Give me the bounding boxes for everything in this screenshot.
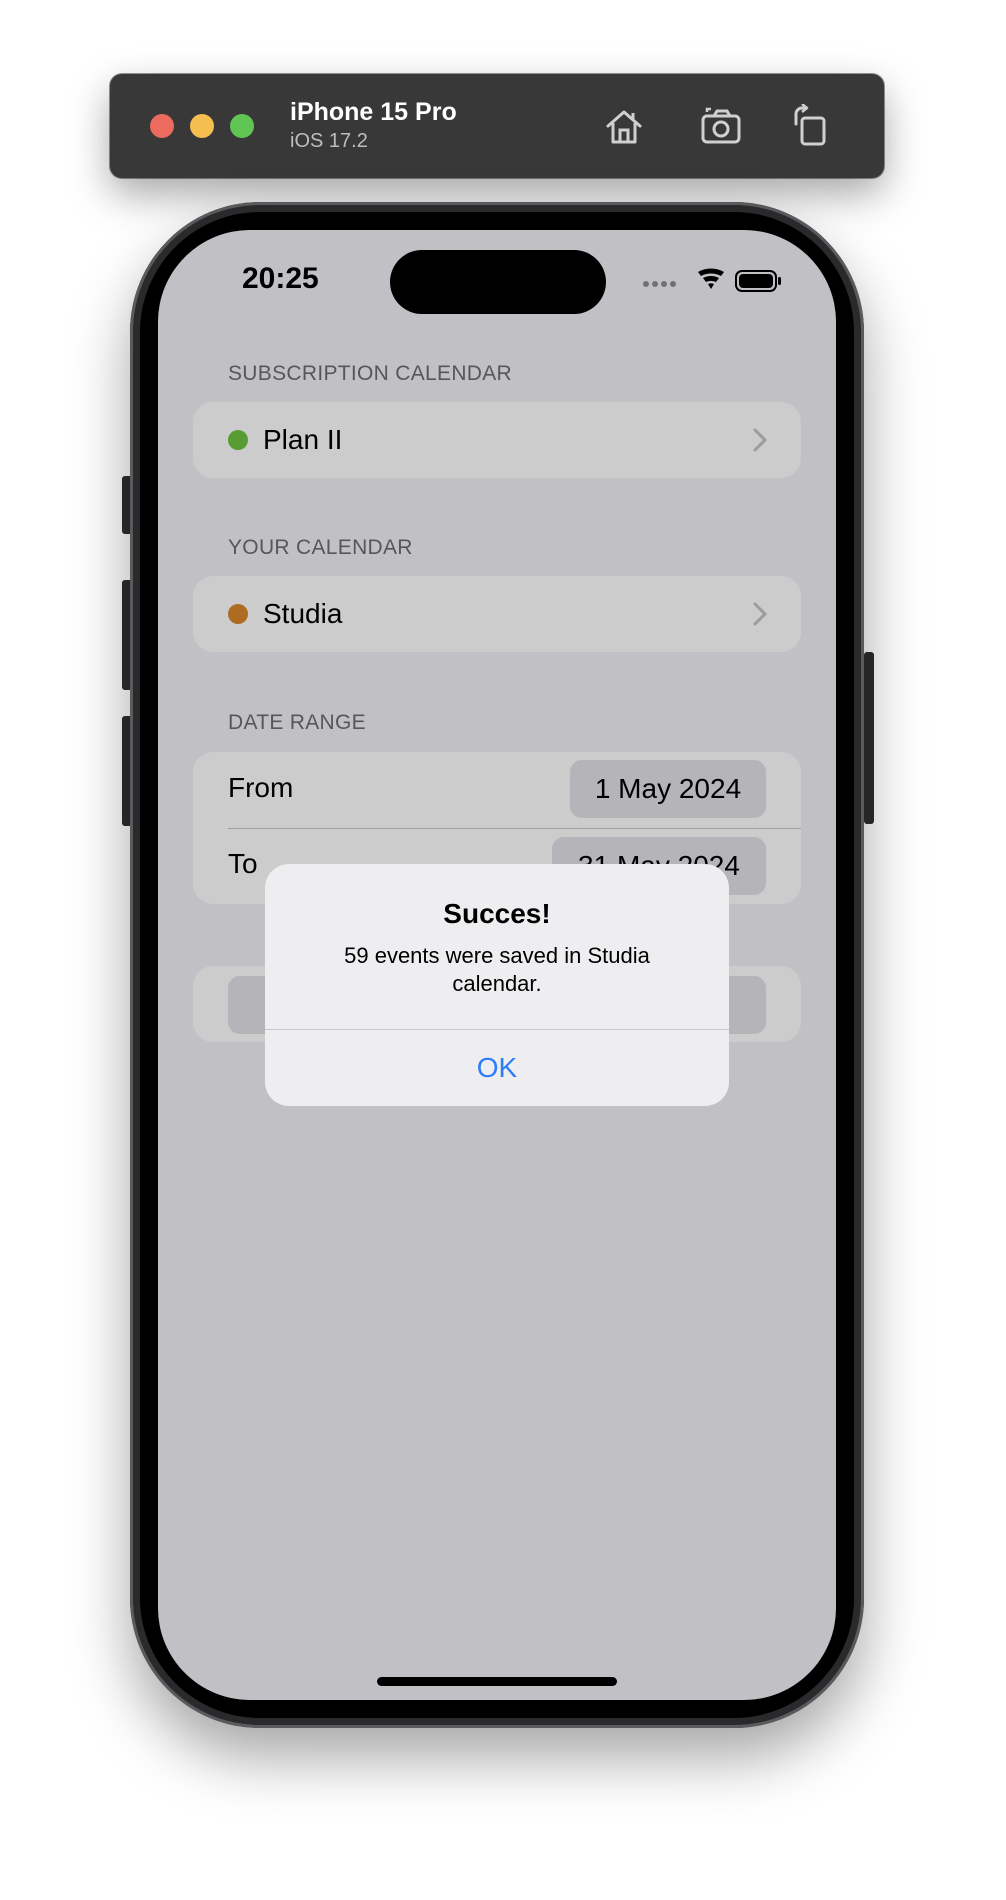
os-version: iOS 17.2 bbox=[290, 130, 368, 152]
zoom-window-button[interactable] bbox=[230, 114, 254, 138]
ok-button[interactable]: OK bbox=[265, 1030, 729, 1106]
device-name: iPhone 15 Pro bbox=[290, 98, 457, 126]
minimize-window-button[interactable] bbox=[190, 114, 214, 138]
rotate-icon[interactable] bbox=[788, 103, 836, 148]
phone-screen: 20:25 SUBSCRIPTION CALENDAR Plan II YOUR… bbox=[158, 230, 836, 1700]
power-button bbox=[864, 652, 874, 824]
home-icon[interactable] bbox=[600, 104, 648, 148]
close-window-button[interactable] bbox=[150, 114, 174, 138]
screenshot-icon[interactable] bbox=[698, 104, 746, 148]
alert-title: Succes! bbox=[443, 898, 551, 929]
alert-message: 59 events were saved in Studia calendar. bbox=[344, 943, 650, 996]
simulator-toolbar: iPhone 15 Pro iOS 17.2 bbox=[110, 74, 884, 178]
success-alert: Succes! 59 events were saved in Studia c… bbox=[265, 864, 729, 1106]
